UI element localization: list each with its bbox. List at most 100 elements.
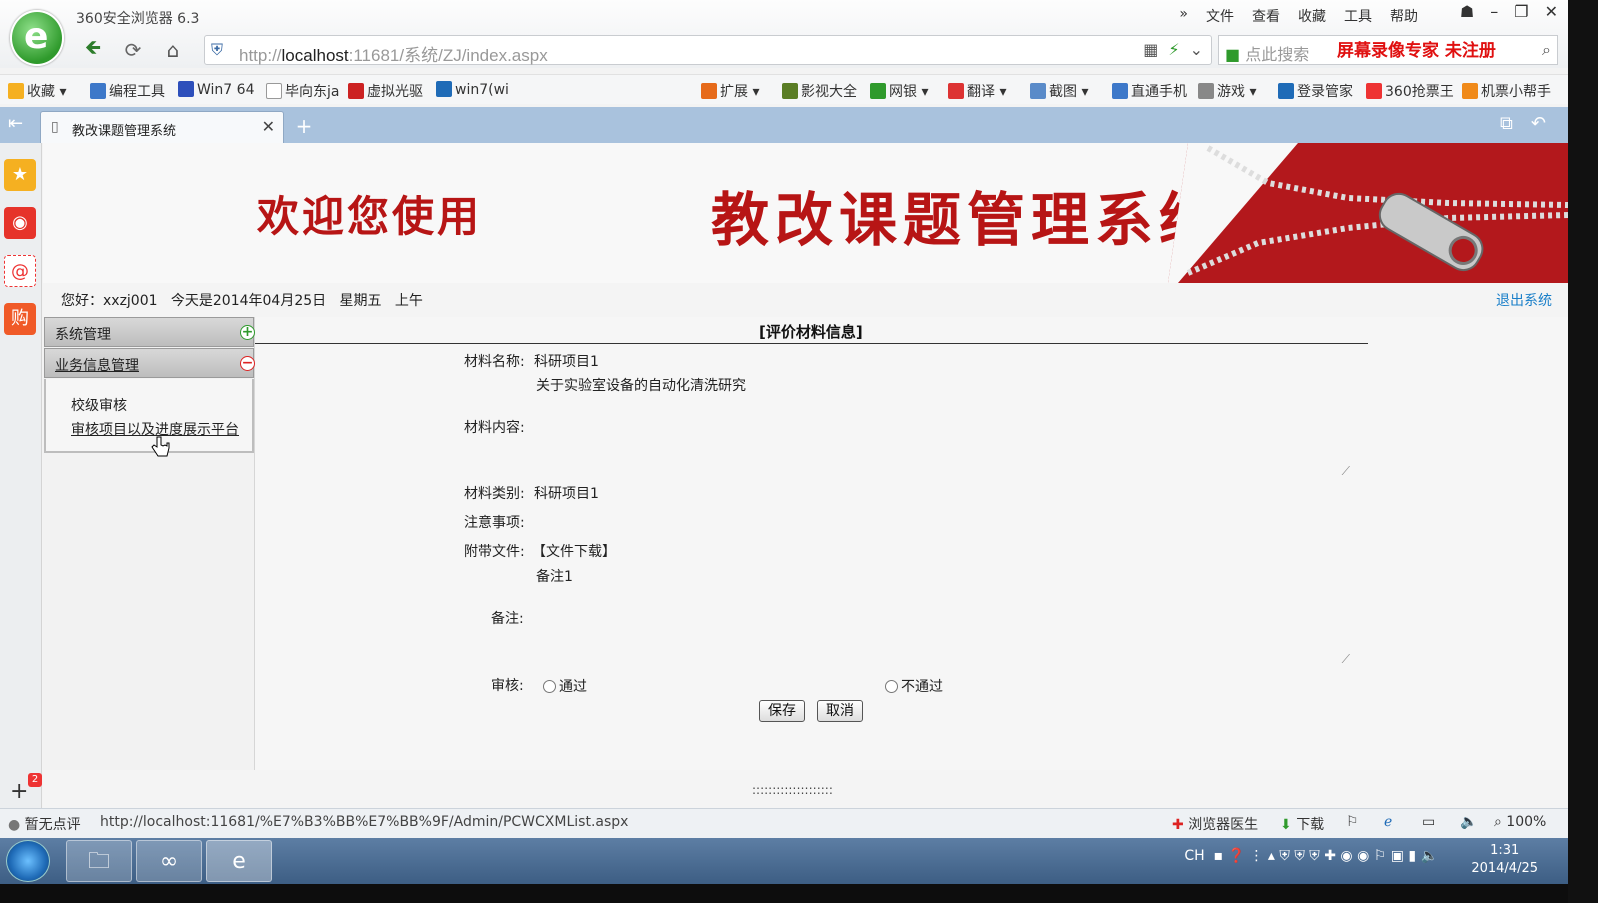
toolbar-games[interactable]: 游戏 ▾ xyxy=(1198,81,1256,101)
remark-label: 备注: xyxy=(491,611,524,627)
tray-icons[interactable]: ▪ ❓ ⋮ ▴ ⛨ ⛨ ⛨ ✚ ◉ ◉ ⚐ ▣ ▮ 🔈 xyxy=(1209,848,1438,864)
skin-icon[interactable]: ☗ xyxy=(1460,2,1474,21)
review-pass-option[interactable]: 通过 xyxy=(543,676,587,696)
menu-favorites[interactable]: 收藏 xyxy=(1298,6,1326,26)
close-window-button[interactable]: ✕ xyxy=(1545,2,1558,21)
toolbar-translate[interactable]: 翻译 ▾ xyxy=(948,81,1006,101)
file-download-link[interactable]: 【文件下载】 xyxy=(532,541,616,561)
address-dropdown-icon[interactable]: ⌄ xyxy=(1190,40,1203,59)
menu-help[interactable]: 帮助 xyxy=(1390,6,1418,26)
banner-system-name: 教改课题管理系统 xyxy=(711,186,1224,254)
collapse-minus-icon[interactable]: − xyxy=(240,356,255,371)
search-engine-icon[interactable]: ■ xyxy=(1225,45,1240,64)
cancel-button[interactable]: 取消 xyxy=(817,700,863,722)
shopping-icon[interactable]: 购 xyxy=(4,303,36,335)
expand-plus-icon[interactable]: + xyxy=(240,325,255,340)
browser-taskbar-icon[interactable]: e xyxy=(206,840,272,882)
save-button[interactable]: 保存 xyxy=(759,700,805,722)
radio-pass[interactable] xyxy=(543,680,556,693)
banner-welcome: 欢迎您使用 xyxy=(257,192,483,241)
bookmark-item[interactable]: 毕向东ja xyxy=(266,81,339,101)
sound-icon[interactable]: 🔈 xyxy=(1460,814,1477,830)
minimize-button[interactable]: – xyxy=(1490,2,1498,21)
doctor-icon: ✚ xyxy=(1172,817,1184,833)
toolbar-extensions[interactable]: 扩展 ▾ xyxy=(701,81,759,101)
refresh-button[interactable]: ⟳ xyxy=(116,35,150,65)
side-rail: ★ ◉ @ 购 + 2 xyxy=(0,143,42,808)
radio-fail[interactable] xyxy=(885,680,898,693)
logout-link[interactable]: 退出系统 xyxy=(1496,290,1552,310)
translate-icon xyxy=(948,83,964,99)
banner: 欢迎您使用 教改课题管理系统 xyxy=(43,143,1568,283)
qr-code-icon[interactable]: ▦ xyxy=(1143,40,1158,59)
ie-mode-icon[interactable]: ℯ xyxy=(1384,814,1392,830)
restore-button[interactable]: ❐ xyxy=(1514,2,1528,21)
speed-mode-icon[interactable]: ⚡ xyxy=(1168,40,1179,59)
bookmark-item[interactable]: 虚拟光驱 xyxy=(348,81,423,101)
close-tab-icon[interactable]: ✕ xyxy=(262,117,275,136)
menu-section-business[interactable]: 业务信息管理 − xyxy=(44,348,255,378)
download-button[interactable]: ⬇ 下载 xyxy=(1280,814,1324,834)
visual-studio-taskbar-icon[interactable]: ∞ xyxy=(136,840,202,882)
language-indicator[interactable]: CH xyxy=(1184,848,1204,864)
search-icon[interactable]: ⌕ xyxy=(1542,40,1551,60)
material-content-textarea[interactable]: ⟋ xyxy=(534,427,1350,479)
search-box[interactable]: ■ 点此搜索 屏幕录像专家 未注册 ⌕ xyxy=(1218,35,1558,65)
add-sidebar-icon[interactable]: + xyxy=(10,779,28,804)
explorer-taskbar-icon[interactable]: 🗀 xyxy=(66,840,132,882)
resize-grip-icon[interactable]: ⟋ xyxy=(1342,652,1350,667)
favorites-icon[interactable]: ★ xyxy=(4,159,36,191)
menu-item-school-review[interactable]: 校级审核 xyxy=(71,395,127,415)
zoom-control[interactable]: ⌕ 100% xyxy=(1494,814,1546,830)
frame-splitter[interactable]: :::::::::::::::::::: xyxy=(752,783,833,797)
menu-section-label: 业务信息管理 xyxy=(55,358,139,374)
form-pane xyxy=(255,317,1568,770)
paw-icon xyxy=(178,81,194,97)
bookmark-favorites[interactable]: 收藏 ▾ xyxy=(8,81,66,101)
back-button[interactable]: 🡸 xyxy=(76,35,110,65)
attachment-label: 附带文件: xyxy=(464,544,525,560)
bookmark-item[interactable]: Win7 64 xyxy=(178,81,254,98)
review-fail-option[interactable]: 不通过 xyxy=(885,676,943,696)
page-icon xyxy=(266,83,282,99)
bookmark-item[interactable]: 编程工具 xyxy=(90,81,165,101)
mail-icon[interactable]: @ xyxy=(4,255,36,287)
toolbar-bank[interactable]: 网银 ▾ xyxy=(870,81,928,101)
search-input[interactable]: ■ 点此搜索 xyxy=(1225,41,1309,65)
toolbar-screenshot[interactable]: 截图 ▾ xyxy=(1030,81,1088,101)
rating-status[interactable]: ● 暂无点评 xyxy=(8,814,81,834)
undo-close-icon[interactable]: ↶ xyxy=(1531,113,1546,134)
toolbar-flight[interactable]: 机票小帮手 xyxy=(1462,81,1551,101)
address-bar[interactable]: ⛨ http://localhost:11681/系统/ZJ/index.asp… xyxy=(204,35,1212,65)
window-mode-icon[interactable]: ▭ xyxy=(1422,814,1435,830)
resize-grip-icon[interactable]: ⟋ xyxy=(1342,464,1350,479)
toolbar-video[interactable]: 影视大全 xyxy=(782,81,857,101)
extensions-icon xyxy=(701,83,717,99)
start-button[interactable] xyxy=(6,840,50,882)
material-name-label: 材料名称: xyxy=(464,354,525,370)
toolbar-login-manager[interactable]: 登录管家 xyxy=(1278,81,1353,101)
toolbar-ticket[interactable]: 360抢票王 xyxy=(1366,81,1454,101)
menu-tools[interactable]: 工具 xyxy=(1344,6,1372,26)
material-name-value: 科研项目1 xyxy=(534,354,599,370)
home-button[interactable]: ⌂ xyxy=(156,35,190,65)
flag-icon[interactable]: ⚐ xyxy=(1346,814,1359,830)
menu-file[interactable]: 文件 xyxy=(1206,6,1234,26)
bookmark-item[interactable]: win7(wi xyxy=(436,81,509,98)
security-shield-icon[interactable]: ⛨ xyxy=(211,40,223,60)
browser-doctor[interactable]: ✚ 浏览器医生 xyxy=(1172,814,1258,834)
address-url[interactable]: http://localhost:11681/系统/ZJ/index.aspx xyxy=(239,41,548,66)
sidebar-toggle-icon[interactable]: ⇤ xyxy=(8,113,23,134)
remark-textarea[interactable]: ⟋ xyxy=(534,615,1350,667)
menu-more-icon[interactable]: » xyxy=(1179,6,1188,26)
weibo-icon[interactable]: ◉ xyxy=(4,207,36,239)
system-tray: CH ▪ ❓ ⋮ ▴ ⛨ ⛨ ⛨ ✚ ◉ ◉ ⚐ ▣ ▮ 🔈 xyxy=(1184,848,1438,886)
video-icon xyxy=(782,83,798,99)
menu-section-system[interactable]: 系统管理 + xyxy=(44,317,255,347)
toolbar-phone[interactable]: 直通手机 xyxy=(1112,81,1187,101)
restore-tab-icon[interactable]: ⧉ xyxy=(1500,113,1513,134)
menu-view[interactable]: 查看 xyxy=(1252,6,1280,26)
new-tab-button[interactable]: + xyxy=(290,113,318,141)
tab-main[interactable]: ▯ 教改课题管理系统 ✕ xyxy=(40,111,284,143)
clock[interactable]: 1:31 2014/4/25 xyxy=(1471,842,1538,878)
